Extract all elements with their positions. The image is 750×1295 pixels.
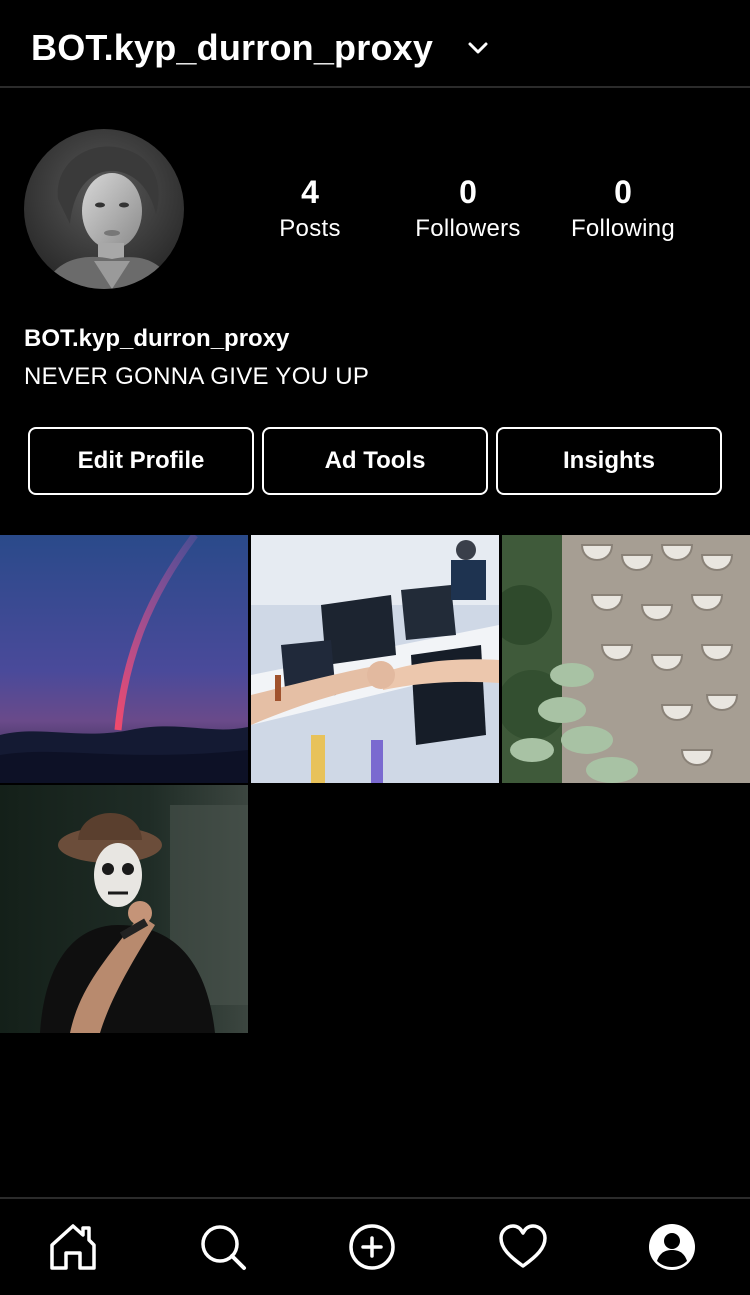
avatar[interactable] — [24, 129, 184, 289]
profile-icon[interactable] — [646, 1221, 698, 1273]
followers-count-value: 0 — [459, 174, 477, 210]
ad-tools-button[interactable]: Ad Tools — [262, 427, 488, 495]
post-thumbnail-skull-portrait[interactable] — [0, 785, 248, 1033]
bottom-nav — [0, 1197, 750, 1295]
posts-count-value: 4 — [301, 174, 319, 210]
edit-profile-button[interactable]: Edit Profile — [28, 427, 254, 495]
followers-count-label: Followers — [415, 215, 521, 242]
following-count[interactable]: 0 Following — [548, 172, 698, 246]
insights-button[interactable]: Insights — [496, 427, 722, 495]
search-icon[interactable] — [197, 1221, 249, 1273]
post-thumbnail-balconies[interactable] — [502, 535, 750, 783]
posts-count-label: Posts — [279, 215, 341, 242]
heart-icon[interactable] — [497, 1221, 549, 1273]
account-switcher-username[interactable]: BOT.kyp_durron_proxy — [31, 26, 433, 70]
top-header: BOT.kyp_durron_proxy — [0, 0, 750, 88]
home-icon[interactable] — [47, 1221, 99, 1273]
followers-count[interactable]: 0 Followers — [393, 172, 543, 246]
plus-circle-icon[interactable] — [346, 1221, 398, 1273]
following-count-value: 0 — [614, 174, 632, 210]
profile-name: BOT.kyp_durron_proxy — [24, 325, 290, 352]
following-count-label: Following — [570, 215, 676, 242]
post-thumbnail-office-hands[interactable] — [251, 535, 499, 783]
post-thumbnail-rainbow[interactable] — [0, 535, 248, 783]
profile-bio: NEVER GONNA GIVE YOU UP — [24, 363, 370, 390]
posts-count[interactable]: 4 Posts — [235, 172, 385, 246]
chevron-down-icon[interactable] — [466, 36, 490, 60]
